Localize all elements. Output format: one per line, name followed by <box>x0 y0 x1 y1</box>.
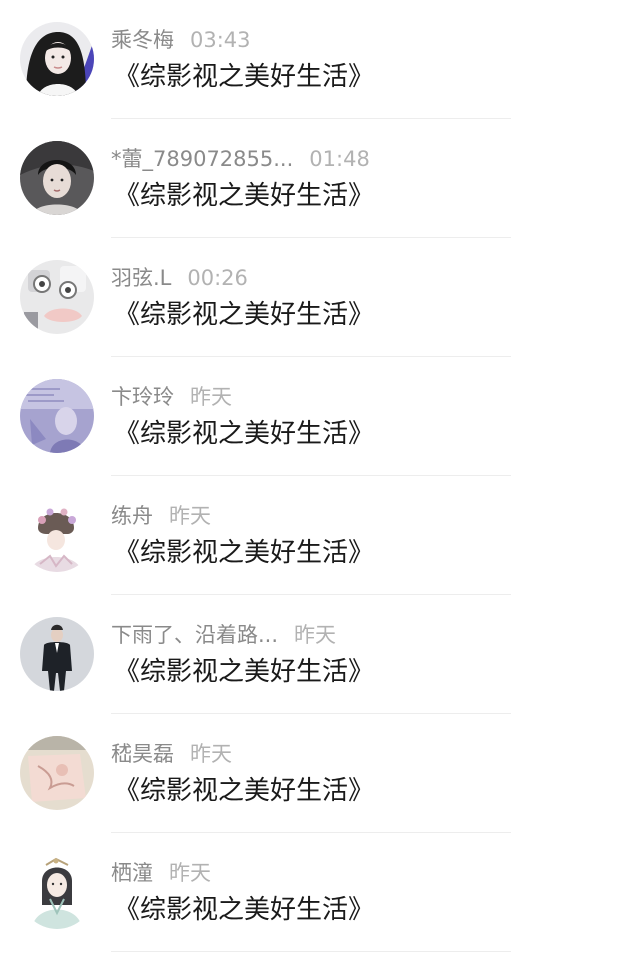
boy-portrait-avatar-icon <box>20 141 94 215</box>
comment-text: 《综影视之美好生活》 <box>114 657 375 687</box>
comment-meta: 栖潼 昨天 <box>111 859 211 887</box>
comment-meta: 卞玲玲 昨天 <box>111 383 232 411</box>
suit-man-avatar-icon <box>20 617 94 691</box>
list-item[interactable]: 栖潼 昨天 《综影视之美好生活》 <box>0 833 640 952</box>
comment-text: 《综影视之美好生活》 <box>114 538 375 568</box>
user-name[interactable]: 栖潼 <box>111 861 153 885</box>
comment-text: 《综影视之美好生活》 <box>114 776 375 806</box>
comment-text: 《综影视之美好生活》 <box>114 300 375 330</box>
avatar[interactable] <box>20 736 94 810</box>
comment-time: 00:26 <box>187 266 248 290</box>
comment-text: 《综影视之美好生活》 <box>114 62 375 92</box>
list-item[interactable]: 练舟 昨天 《综影视之美好生活》 <box>0 476 640 595</box>
girl-portrait-avatar-icon <box>20 22 94 96</box>
comment-time: 昨天 <box>169 504 211 528</box>
list-item[interactable]: 嵇昊磊 昨天 《综影视之美好生活》 <box>0 714 640 833</box>
comment-text: 《综影视之美好生活》 <box>114 419 375 449</box>
comment-meta: 羽弦.L 00:26 <box>111 264 248 292</box>
comment-time: 昨天 <box>294 623 337 647</box>
comment-meta: 嵇昊磊 昨天 <box>111 740 232 768</box>
ancient-costume-girl-avatar-icon <box>20 855 94 929</box>
comment-meta: 练舟 昨天 <box>111 502 211 530</box>
avatar[interactable] <box>20 141 94 215</box>
list-item[interactable]: *蕾_789072855... 01:48 《综影视之美好生活》 <box>0 119 640 238</box>
avatar[interactable] <box>20 22 94 96</box>
user-name[interactable]: 乘冬梅 <box>111 28 174 52</box>
user-name[interactable]: 卞玲玲 <box>111 385 174 409</box>
list-item[interactable]: 卞玲玲 昨天 《综影视之美好生活》 <box>0 357 640 476</box>
avatar[interactable] <box>20 379 94 453</box>
comment-meta: *蕾_789072855... 01:48 <box>111 145 370 173</box>
comment-time: 01:48 <box>309 147 370 171</box>
user-name[interactable]: *蕾_789072855... <box>111 147 293 171</box>
comment-time: 昨天 <box>190 385 232 409</box>
comment-list: 乘冬梅 03:43 《综影视之美好生活》 *蕾_789072855... 01:48… <box>0 0 640 959</box>
comment-text: 《综影视之美好生活》 <box>114 181 375 211</box>
user-name[interactable]: 下雨了、沿着路... <box>111 623 278 647</box>
comment-meta: 下雨了、沿着路... 昨天 <box>111 621 336 649</box>
list-item[interactable]: 下雨了、沿着路... 昨天 《综影视之美好生活》 <box>0 595 640 714</box>
comment-text: 《综影视之美好生活》 <box>114 895 375 925</box>
flower-hair-girl-avatar-icon <box>20 498 94 572</box>
avatar[interactable] <box>20 498 94 572</box>
cartoon-avatar-icon <box>20 260 94 334</box>
pink-paper-avatar-icon <box>20 736 94 810</box>
avatar[interactable] <box>20 260 94 334</box>
comment-time: 昨天 <box>190 742 232 766</box>
divider <box>111 951 511 952</box>
comment-time: 昨天 <box>169 861 211 885</box>
avatar[interactable] <box>20 855 94 929</box>
user-name[interactable]: 羽弦.L <box>111 266 171 290</box>
user-name[interactable]: 嵇昊磊 <box>111 742 174 766</box>
comment-time: 03:43 <box>190 28 251 52</box>
purple-photo-avatar-icon <box>20 379 94 453</box>
list-item[interactable]: 乘冬梅 03:43 《综影视之美好生活》 <box>0 0 640 119</box>
comment-meta: 乘冬梅 03:43 <box>111 26 251 54</box>
list-item[interactable]: 羽弦.L 00:26 《综影视之美好生活》 <box>0 238 640 357</box>
user-name[interactable]: 练舟 <box>111 504 153 528</box>
avatar[interactable] <box>20 617 94 691</box>
